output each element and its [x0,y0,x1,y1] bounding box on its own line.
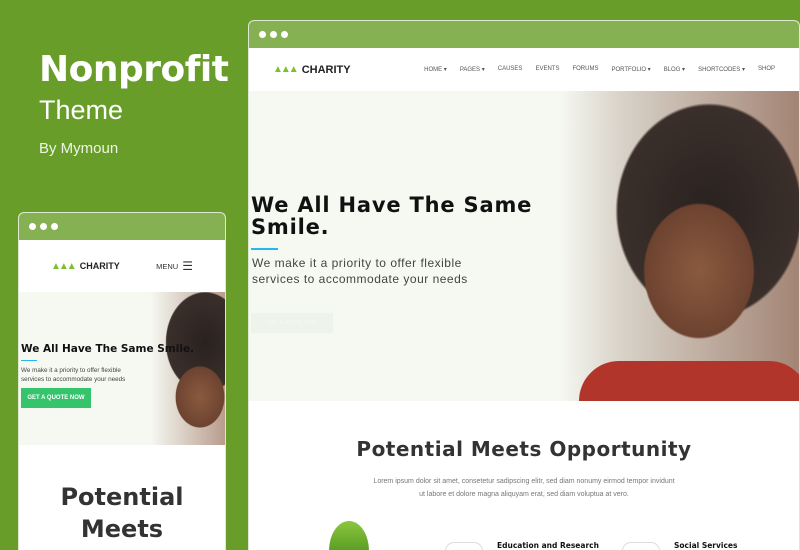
window-dot [281,31,288,38]
feature-social: Social Services [674,541,738,550]
brand-author: By Mymoun [39,140,119,157]
site-logo[interactable]: ▲▲▲ CHARITY [51,261,120,272]
leaf-icon [329,521,369,550]
education-icon [445,542,483,550]
get-quote-button[interactable]: GET A QUOTE NOW [21,388,91,408]
hero-title: We All Have The Same Smile. [251,193,533,239]
window-bar [19,213,225,240]
hero-photo [559,91,799,401]
window-dot [29,223,36,230]
hero-photo [150,292,225,445]
window-dot [259,31,266,38]
social-icon [622,542,660,550]
logo-text: CHARITY [301,63,351,76]
hamburger-icon: ☰ [182,259,193,273]
section-title: Potential Meets [60,483,184,543]
hero-title: We All Have The Same Smile. [21,343,195,355]
nav-shortcodes[interactable]: SHORTCODES ▾ [698,66,745,73]
window-dot [40,223,47,230]
nav-events[interactable]: EVENTS [535,66,559,73]
nav-portfolio[interactable]: PORTFOLIO ▾ [611,66,650,73]
get-quote-button[interactable]: GET A QUOTE NOW [251,313,333,333]
mobile-preview: ▲▲▲ CHARITY MENU ☰ We All Have The Same Sm… [18,212,226,550]
section-text: Lorem ipsum dolor sit amet, consetetur s… [373,478,675,498]
feature-education: Education and Research [497,541,599,550]
wheat-icon: ▲▲▲ [51,260,77,272]
accent-divider [21,360,37,361]
window-bar [249,21,799,48]
nav-blog[interactable]: BLOG ▾ [664,66,685,73]
nav-causes[interactable]: CAUSES [498,66,523,73]
mobile-nav: ▲▲▲ CHARITY MENU ☰ [19,240,225,292]
window-dot [270,31,277,38]
nav-forums[interactable]: FORUMS [572,66,598,73]
brand-subtitle: Theme [39,95,124,125]
nav-shop[interactable]: SHOP [758,66,775,73]
mobile-hero: We All Have The Same Smile. We make it a… [19,292,225,445]
brand-title: Nonprofit [39,49,229,90]
window-dot [51,223,58,230]
menu-button[interactable]: MENU ☰ [156,259,193,273]
site-nav: ▲▲▲ CHARITY HOME ▾ PAGES ▾ CAUSES EVENTS … [249,48,799,91]
intro-section: Potential Meets Opportunity Lorem ipsum … [249,401,799,501]
section-title: Potential Meets Opportunity [356,437,692,461]
nav-pages[interactable]: PAGES ▾ [460,66,485,73]
accent-divider [251,248,278,250]
wheat-icon: ▲▲▲ [273,64,299,75]
hero-subtitle: We make it a priority to offer flexible s… [252,256,468,286]
hero: We All Have The Same Smile. We make it a … [249,91,799,401]
nav-home[interactable]: HOME ▾ [424,66,447,73]
site-logo[interactable]: ▲▲▲ CHARITY [273,64,351,76]
hero-subtitle: We make it a priority to offer flexible s… [21,367,126,383]
brand-block: Nonprofit Theme By Mymoun [39,49,229,158]
desktop-preview: ▲▲▲ CHARITY HOME ▾ PAGES ▾ CAUSES EVENTS … [248,20,800,550]
